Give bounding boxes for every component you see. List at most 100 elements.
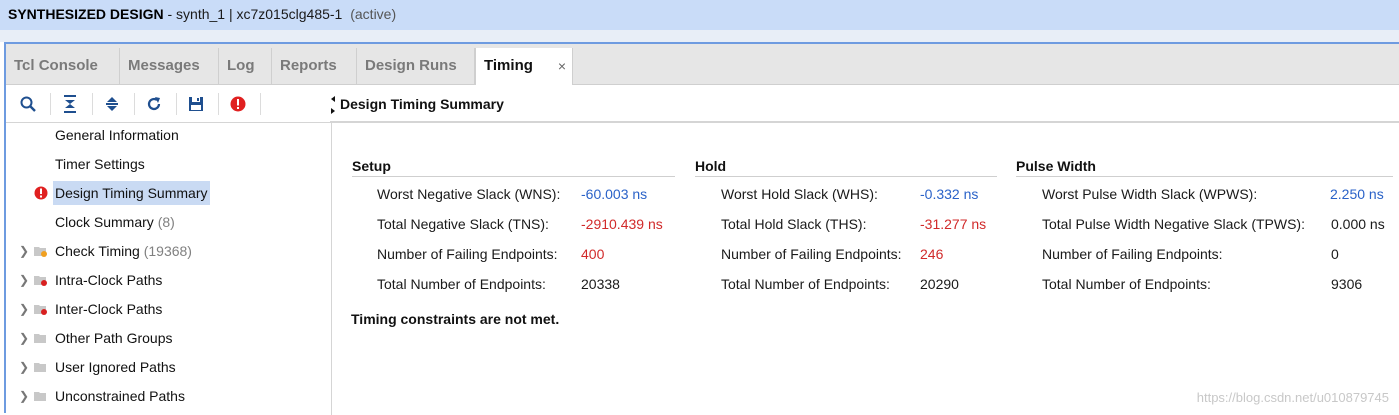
tree-item-label: Check Timing (19368) — [53, 239, 194, 263]
metric-value-link[interactable]: -60.003 ns — [581, 179, 647, 209]
tab-label: Reports — [280, 57, 337, 74]
metric-value: 0.000 ns — [1331, 216, 1385, 232]
tab-label: Timing — [484, 57, 533, 74]
metric-row: Worst Hold Slack (WHS): -0.332 ns — [721, 179, 997, 209]
metric-value-link[interactable]: -0.332 ns — [920, 179, 978, 209]
tab-reports[interactable]: Reports — [272, 48, 357, 85]
metric-label: Number of Failing Endpoints: — [377, 246, 558, 262]
timing-summary-content: Setup Worst Negative Slack (WNS): -60.00… — [332, 123, 1399, 415]
save-icon[interactable] — [186, 94, 206, 114]
toolbar-separator — [50, 93, 51, 115]
chevron-right-icon[interactable]: ❯ — [19, 297, 29, 321]
metric-row: Worst Negative Slack (WNS): -60.003 ns — [377, 179, 677, 209]
collapse-all-icon[interactable] — [60, 94, 80, 114]
hold-section: Hold Worst Hold Slack (WHS): -0.332 ns T… — [695, 155, 997, 292]
metric-label: Total Number of Endpoints: — [1042, 276, 1211, 292]
metric-value: -31.277 ns — [920, 216, 987, 232]
chevron-right-icon[interactable]: ❯ — [19, 355, 29, 379]
metric-label: Total Pulse Width Negative Slack (TPWS): — [1042, 216, 1305, 232]
folder-icon — [34, 363, 46, 372]
metric-label: Worst Pulse Width Slack (WPWS): — [1042, 186, 1258, 202]
expand-all-icon[interactable] — [102, 94, 122, 114]
section-title: Setup — [352, 155, 675, 177]
toolbar-separator — [134, 93, 135, 115]
metric-label: Total Number of Endpoints: — [721, 276, 890, 292]
splitter-arrows-icon[interactable] — [330, 95, 336, 115]
metric-value: -2910.439 ns — [581, 216, 663, 232]
chevron-right-icon[interactable]: ❯ — [19, 268, 29, 292]
tab-timing[interactable]: Timing × — [475, 48, 573, 86]
metric-value: 20338 — [581, 276, 620, 292]
timing-toolbar — [6, 85, 330, 123]
chevron-right-icon[interactable]: ❯ — [19, 384, 29, 408]
folder-error-icon — [34, 305, 47, 315]
error-icon[interactable] — [228, 94, 248, 114]
tree-item-inter-clock-paths[interactable]: ❯ Inter-Clock Paths — [6, 297, 331, 321]
refresh-icon[interactable] — [144, 94, 164, 114]
setup-section: Setup Worst Negative Slack (WNS): -60.00… — [352, 155, 675, 292]
tree-item-label: Design Timing Summary — [53, 181, 210, 205]
tree-item-unconstrained-paths[interactable]: ❯ Unconstrained Paths — [6, 384, 331, 408]
title-gap — [0, 30, 1399, 42]
tree-item-count: (19368) — [143, 243, 192, 259]
close-icon[interactable]: × — [558, 48, 566, 84]
tree-item-text: Check Timing — [55, 243, 140, 259]
tree-item-user-ignored-paths[interactable]: ❯ User Ignored Paths — [6, 355, 331, 379]
metric-row: Total Hold Slack (THS): -31.277 ns — [721, 209, 997, 239]
tree-item-label: Other Path Groups — [55, 330, 173, 346]
search-icon[interactable] — [18, 94, 38, 114]
tree-item-clock-summary[interactable]: Clock Summary (8) — [6, 210, 331, 234]
details-title: Design Timing Summary — [340, 96, 504, 112]
timing-panel: Tcl Console Messages Log Reports Design … — [4, 42, 1399, 415]
tree-item-label: Clock Summary (8) — [53, 210, 177, 234]
metric-value-link[interactable]: 2.250 ns — [1330, 179, 1384, 209]
metric-value: 0 — [1331, 246, 1339, 262]
metric-label: Total Number of Endpoints: — [377, 276, 546, 292]
metric-row: Worst Pulse Width Slack (WPWS): 2.250 ns — [1042, 179, 1392, 209]
toolbar-separator — [176, 93, 177, 115]
tab-messages[interactable]: Messages — [120, 48, 219, 85]
tree-item-check-timing[interactable]: ❯ Check Timing (19368) — [6, 239, 331, 263]
chevron-right-icon[interactable]: ❯ — [19, 239, 29, 263]
tab-label: Messages — [128, 57, 200, 74]
metric-row: Number of Failing Endpoints: 400 — [377, 239, 677, 269]
details-header: Design Timing Summary — [330, 85, 1399, 123]
report-tree: General Information Timer Settings Desig… — [6, 123, 332, 415]
watermark: https://blog.csdn.net/u010879745 — [1196, 390, 1389, 405]
folder-warning-icon — [34, 247, 47, 257]
metric-label: Number of Failing Endpoints: — [721, 246, 902, 262]
metric-label: Total Hold Slack (THS): — [721, 216, 867, 232]
window-title-bar: SYNTHESIZED DESIGN - synth_1 | xc7z015cl… — [0, 0, 1399, 30]
metric-row: Total Number of Endpoints: 9306 — [1042, 269, 1392, 299]
tab-tcl-console[interactable]: Tcl Console — [6, 48, 120, 85]
tab-label: Design Runs — [365, 57, 457, 74]
tree-item-intra-clock-paths[interactable]: ❯ Intra-Clock Paths — [6, 268, 331, 292]
tree-item-label: Unconstrained Paths — [55, 388, 185, 404]
folder-icon — [34, 392, 46, 401]
metric-row: Total Number of Endpoints: 20338 — [377, 269, 677, 299]
tab-log[interactable]: Log — [219, 48, 272, 85]
section-title: Pulse Width — [1016, 155, 1393, 177]
metric-value: 400 — [581, 246, 605, 262]
metric-row: Total Pulse Width Negative Slack (TPWS):… — [1042, 209, 1392, 239]
metric-row: Total Number of Endpoints: 20290 — [721, 269, 997, 299]
tab-label: Tcl Console — [14, 57, 98, 74]
pulse-width-section: Pulse Width Worst Pulse Width Slack (WPW… — [1016, 155, 1393, 292]
tree-item-timer-settings[interactable]: Timer Settings — [6, 152, 331, 176]
tab-design-runs[interactable]: Design Runs — [357, 48, 475, 85]
toolbar-separator — [260, 93, 261, 115]
metric-value: 246 — [920, 246, 944, 262]
design-name: SYNTHESIZED DESIGN — [8, 6, 164, 22]
tree-item-general-information[interactable]: General Information — [6, 123, 331, 147]
section-title: Hold — [695, 155, 997, 177]
tree-item-design-timing-summary[interactable]: Design Timing Summary — [6, 181, 331, 205]
tab-label: Log — [227, 57, 255, 74]
error-icon — [34, 186, 48, 200]
metric-label: Total Negative Slack (TNS): — [377, 216, 549, 232]
metric-row: Total Negative Slack (TNS): -2910.439 ns — [377, 209, 677, 239]
tree-item-other-path-groups[interactable]: ❯ Other Path Groups — [6, 326, 331, 350]
chevron-right-icon[interactable]: ❯ — [19, 326, 29, 350]
tree-item-label: General Information — [55, 127, 179, 143]
tree-item-label: Timer Settings — [55, 156, 145, 172]
toolbar-separator — [218, 93, 219, 115]
